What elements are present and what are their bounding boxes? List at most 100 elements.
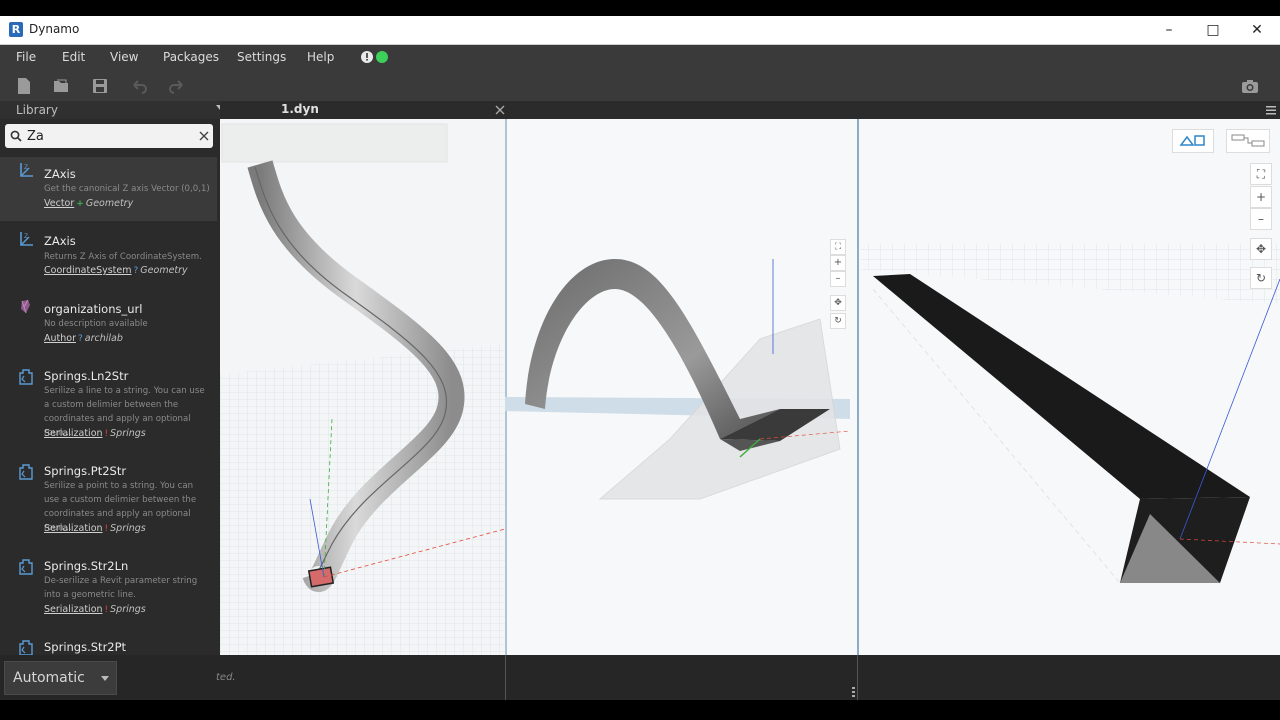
item-description: No description available [44, 319, 148, 329]
chevron-down-icon [101, 676, 109, 681]
item-category-link[interactable]: Vector [44, 198, 74, 209]
save-icon[interactable] [91, 77, 109, 95]
search-input[interactable] [27, 127, 187, 145]
camera-icon[interactable] [1241, 77, 1259, 95]
new-file-icon[interactable] [15, 77, 33, 95]
node-icon [19, 559, 33, 575]
menu-view[interactable]: View [110, 50, 138, 64]
menu-packages[interactable]: Packages [163, 50, 219, 64]
library-header: Library [0, 101, 264, 119]
workspace-canvas[interactable]: ⛶ + – ✥ ↻ ⛶ + – ✥ ↻ [220, 119, 1280, 655]
pane-divider[interactable] [505, 655, 506, 700]
query-icon: ? [133, 266, 139, 276]
minimize-button[interactable]: – [1147, 16, 1191, 45]
run-mode-value: Automatic [13, 670, 85, 686]
item-category-link[interactable]: CoordinateSystem [44, 265, 132, 276]
run-status-text: ted. [216, 672, 236, 683]
pan-icon[interactable]: ✥ [1250, 238, 1272, 260]
item-description: Get the canonical Z axis Vector (0,0,1) [44, 184, 210, 194]
maximize-button[interactable]: □ [1191, 16, 1235, 45]
run-bar: Automatic ted. [0, 655, 1280, 700]
menu-help[interactable]: Help [307, 50, 334, 64]
zoom-extents-icon[interactable]: ⛶ [830, 239, 846, 255]
action-icon: ! [104, 429, 109, 439]
pane-divider[interactable] [857, 655, 858, 700]
item-name: organizations_url [44, 302, 143, 316]
item-name: Springs.Str2Pt [44, 640, 127, 654]
library-item-springs-ln2str[interactable]: Springs.Ln2Str Serilize a line to a stri… [0, 363, 217, 453]
item-category: Serialization! Springs [44, 428, 146, 439]
node-icon [19, 464, 33, 480]
redo-icon[interactable] [168, 77, 186, 95]
menu-settings[interactable]: Settings [237, 50, 286, 64]
library-title: Library [16, 103, 58, 117]
item-category-link[interactable]: Author [44, 333, 76, 344]
item-name: Springs.Ln2Str [44, 369, 129, 383]
library-item-zaxis-vector[interactable]: Z ZAxis Get the canonical Z axis Vector … [0, 157, 217, 221]
toggle-graph-view-button[interactable] [1226, 129, 1270, 153]
zaxis-icon: Z [20, 232, 33, 246]
background-3d-preview[interactable] [220, 119, 1280, 655]
search-icon [10, 130, 22, 142]
orbit-icon[interactable]: ↻ [1250, 267, 1272, 289]
geometry-view-icon [1179, 135, 1205, 146]
item-subcategory: archilab [84, 333, 123, 344]
pan-icon[interactable]: ✥ [830, 295, 846, 311]
zoom-in-icon[interactable]: + [1250, 186, 1272, 208]
item-description: De-serilize a Revit parameter string int… [44, 576, 198, 600]
item-subcategory: Geometry [85, 198, 134, 209]
menu-edit[interactable]: Edit [62, 50, 85, 64]
item-category: Author? archilab [44, 333, 123, 344]
action-icon: ! [104, 524, 109, 534]
library-item-springs-str2ln[interactable]: Springs.Str2Ln De-serilize a Revit param… [0, 553, 217, 629]
app-logo-icon: R [9, 22, 23, 37]
close-button[interactable]: ✕ [1235, 16, 1279, 45]
close-tab-icon[interactable] [495, 105, 505, 115]
item-subcategory: Springs [110, 604, 146, 615]
window-title: Dynamo [29, 22, 80, 36]
add-icon: + [76, 199, 84, 209]
tab-label: 1.dyn [281, 102, 319, 116]
item-description: Returns Z Axis of CoordinateSystem. [44, 252, 202, 262]
zaxis-icon: Z [20, 163, 33, 177]
open-file-icon[interactable] [52, 77, 70, 95]
zoom-out-icon[interactable]: – [830, 271, 846, 287]
tab-1-dyn[interactable]: 1.dyn [220, 101, 510, 119]
notification-status-icon[interactable] [360, 50, 390, 64]
viewport-middle[interactable] [505, 119, 858, 655]
item-category-link[interactable]: Serialization [44, 523, 103, 534]
workspace-tab-bar: 1.dyn [220, 101, 1280, 119]
menu-file[interactable]: File [16, 50, 36, 64]
package-icon [21, 299, 30, 314]
tab-menu-icon[interactable] [1265, 104, 1277, 116]
item-name: ZAxis [44, 167, 76, 181]
item-name: Springs.Pt2Str [44, 464, 127, 478]
toggle-3d-view-button[interactable] [1172, 129, 1214, 153]
item-category-link[interactable]: Serialization [44, 604, 103, 615]
node-icon [19, 369, 33, 385]
viewport-right[interactable] [857, 119, 1280, 655]
undo-icon[interactable] [130, 77, 148, 95]
resize-grip-icon[interactable] [852, 687, 855, 699]
clear-search-icon[interactable] [199, 131, 209, 141]
graph-view-icon [1231, 134, 1265, 147]
svg-text:Z: Z [24, 164, 28, 171]
run-mode-select[interactable]: Automatic [4, 661, 117, 695]
zoom-out-icon[interactable]: – [1250, 208, 1272, 230]
item-category-link[interactable]: Serialization [44, 428, 103, 439]
zoom-extents-icon[interactable]: ⛶ [1250, 163, 1272, 185]
menu-bar: File Edit View Packages Settings Help [0, 45, 1280, 70]
orbit-icon[interactable]: ↻ [830, 313, 846, 329]
library-item-organizations-url[interactable]: organizations_url No description availab… [0, 293, 217, 357]
zoom-in-icon[interactable]: + [830, 255, 846, 271]
item-category: Serialization! Springs [44, 604, 146, 615]
svg-text:Z: Z [24, 233, 28, 240]
library-item-springs-str2pt[interactable]: Springs.Str2Pt [0, 634, 217, 655]
library-search [5, 124, 213, 148]
library-item-zaxis-coordinatesystem[interactable]: Z ZAxis Returns Z Axis of CoordinateSyst… [0, 226, 217, 290]
library-item-springs-pt2str[interactable]: Springs.Pt2Str Serilize a point to a str… [0, 458, 217, 548]
library-panel: Z ZAxis Get the canonical Z axis Vector … [0, 119, 220, 655]
item-subcategory: Springs [110, 523, 146, 534]
viewport-left[interactable] [220, 119, 506, 655]
item-name: ZAxis [44, 234, 76, 248]
